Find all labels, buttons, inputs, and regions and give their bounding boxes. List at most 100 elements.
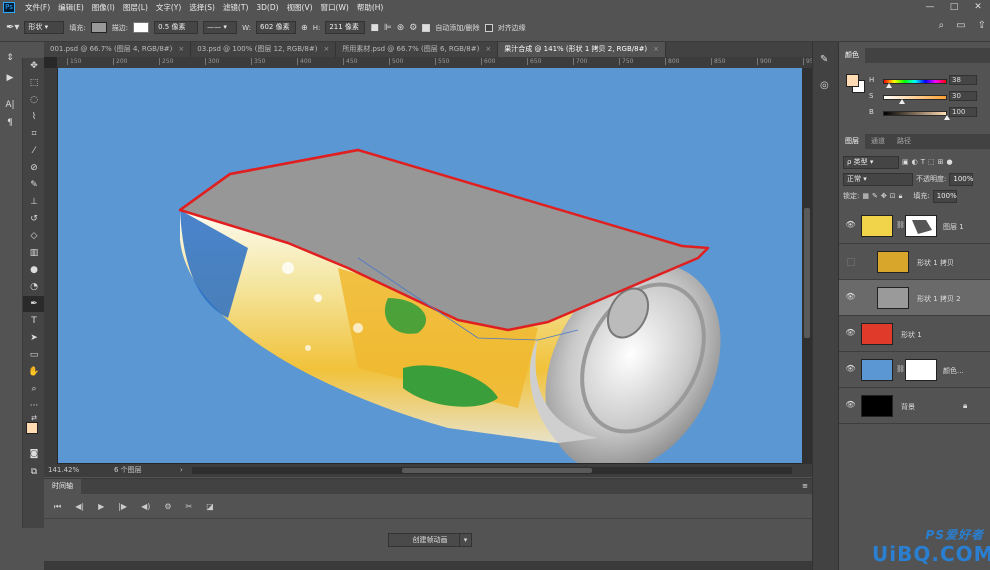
chevron-down-icon[interactable]: ▾ xyxy=(459,534,471,546)
menu-filter[interactable]: 滤镜(T) xyxy=(219,2,252,13)
move-tool-icon[interactable]: ✥ xyxy=(23,58,45,74)
zoom-level[interactable]: 141.42% xyxy=(48,464,79,477)
zoom-tool-icon[interactable]: ⌕ xyxy=(23,381,45,397)
link-icon[interactable]: ⊕ xyxy=(301,23,308,32)
first-frame-icon[interactable]: ⏮ xyxy=(54,502,61,512)
menu-window[interactable]: 窗口(W) xyxy=(317,2,353,13)
healing-brush-tool-icon[interactable]: ⊘ xyxy=(23,160,45,176)
saturation-slider-knob[interactable] xyxy=(899,99,906,104)
timeline-tab[interactable]: 时间轴 xyxy=(44,479,81,494)
minimize-button[interactable]: — xyxy=(918,0,942,14)
gear-icon[interactable]: ⚙ xyxy=(409,23,417,33)
gear-icon[interactable]: ⚙ xyxy=(164,502,171,511)
path-operations-icon[interactable]: ■ xyxy=(370,23,379,33)
history-brush-tool-icon[interactable]: ↺ xyxy=(23,211,45,227)
menu-view[interactable]: 视图(V) xyxy=(283,2,317,13)
eyedropper-tool-icon[interactable]: ⁄ xyxy=(23,143,45,159)
filter-adjustment-icon[interactable]: ◐ xyxy=(912,158,918,166)
foreground-color-swatch[interactable] xyxy=(26,422,38,434)
visibility-toggle[interactable] xyxy=(847,258,855,266)
path-alignment-icon[interactable]: ⊫ xyxy=(384,23,392,33)
stroke-color-swatch[interactable] xyxy=(133,22,150,33)
color-panel-foreground-swatch[interactable] xyxy=(846,74,859,87)
audio-icon[interactable]: ◀) xyxy=(141,502,150,511)
layer-row-selected[interactable]: 👁︎ 形状 1 拷贝 2 xyxy=(839,280,990,316)
maximize-button[interactable]: □ xyxy=(942,0,966,14)
play-action-icon[interactable]: ▶ xyxy=(2,70,18,86)
workspace-icon[interactable]: ▭ xyxy=(956,20,965,31)
close-icon[interactable]: × xyxy=(178,45,184,53)
pen-tool-icon[interactable]: ✒ xyxy=(23,296,45,312)
transition-icon[interactable]: ◪ xyxy=(206,502,214,511)
opacity-input[interactable]: 100% xyxy=(949,172,973,186)
fill-opacity-input[interactable]: 100% xyxy=(932,189,957,203)
eraser-tool-icon[interactable]: ◇ xyxy=(23,228,45,244)
clone-source-icon[interactable]: ◎ xyxy=(820,80,829,91)
share-icon[interactable]: ⇪ xyxy=(978,20,986,31)
hue-value[interactable]: 38 xyxy=(949,75,977,85)
auto-add-delete-checkbox[interactable] xyxy=(422,23,431,32)
mask-link-icon[interactable]: ⛓︎ xyxy=(896,365,905,373)
collapse-arrows-icon[interactable]: ⇕ xyxy=(2,50,18,66)
layer-filter-select[interactable]: ρ 类型 ▾ xyxy=(843,155,899,169)
layer-row[interactable]: 👁︎ 背景 🔒︎ xyxy=(839,388,990,424)
blur-tool-icon[interactable]: ● xyxy=(23,262,45,278)
lock-paint-icon[interactable]: ✎ xyxy=(872,192,878,200)
clone-stamp-tool-icon[interactable]: ⊥ xyxy=(23,194,45,210)
prev-frame-icon[interactable]: ◀| xyxy=(75,502,84,511)
layer-row[interactable]: 👁︎ ⛓︎ 颜色... xyxy=(839,352,990,388)
horizontal-scrollbar[interactable] xyxy=(192,467,792,474)
document-canvas[interactable] xyxy=(58,68,802,473)
lasso-tool-icon[interactable]: ◌ xyxy=(23,92,45,108)
create-frame-animation-button[interactable]: 创建帧动画 ▾ xyxy=(388,533,472,547)
filter-type-icon[interactable]: T xyxy=(921,158,925,166)
mask-link-icon[interactable]: ⛓︎ xyxy=(896,221,905,229)
quick-mask-icon[interactable]: ◙ xyxy=(23,446,45,462)
lock-all-icon[interactable]: 🔒︎ xyxy=(899,192,903,201)
layer-mask-thumbnail[interactable] xyxy=(905,359,937,381)
next-frame-icon[interactable]: |▶ xyxy=(118,502,127,511)
vertical-scroll-thumb[interactable] xyxy=(804,208,810,338)
lock-icon[interactable]: 🔒︎ xyxy=(963,401,967,411)
close-icon[interactable]: × xyxy=(323,45,329,53)
menu-edit[interactable]: 编辑(E) xyxy=(54,2,88,13)
quick-select-tool-icon[interactable]: ⌇ xyxy=(23,109,45,125)
close-icon[interactable]: × xyxy=(653,45,659,53)
menu-3d[interactable]: 3D(D) xyxy=(252,3,282,12)
layer-row[interactable]: 👁︎ ⛓︎ 图层 1 xyxy=(839,208,990,244)
stroke-width-input[interactable]: 0.5 像素 xyxy=(154,21,199,34)
vertical-scrollbar[interactable] xyxy=(802,68,812,464)
saturation-slider[interactable] xyxy=(883,95,947,100)
path-select-tool-icon[interactable]: ➤ xyxy=(23,330,45,346)
doc-tab-03[interactable]: 03.psd @ 100% (图层 12, RGB/8#) × xyxy=(191,42,337,57)
filter-shape-icon[interactable]: ⬚ xyxy=(928,158,935,166)
visibility-eye-icon[interactable]: 👁︎ xyxy=(845,364,856,374)
search-icon[interactable]: ⌕ xyxy=(939,20,945,31)
status-menu-icon[interactable]: › xyxy=(180,464,183,477)
filter-pixel-icon[interactable]: ▣ xyxy=(902,158,909,166)
visibility-eye-icon[interactable]: 👁︎ xyxy=(845,292,856,302)
stroke-type-select[interactable]: —— ▾ xyxy=(203,21,238,34)
blend-mode-select[interactable]: 正常 ▾ xyxy=(843,172,913,186)
paragraph-panel-icon[interactable]: ¶ xyxy=(2,115,18,131)
layer-row[interactable]: 形状 1 拷贝 xyxy=(839,244,990,280)
menu-type[interactable]: 文字(Y) xyxy=(152,2,185,13)
hand-tool-icon[interactable]: ✋ xyxy=(23,364,45,380)
tab-color[interactable]: 颜色 xyxy=(839,48,865,63)
screen-mode-icon[interactable]: ⧉ xyxy=(23,464,45,480)
gradient-tool-icon[interactable]: ▥ xyxy=(23,245,45,261)
visibility-eye-icon[interactable]: 👁︎ xyxy=(845,220,856,230)
lock-position-icon[interactable]: ✥ xyxy=(881,192,887,200)
shape-tool-icon[interactable]: ▭ xyxy=(23,347,45,363)
layer-row[interactable]: 👁︎ 形状 1 xyxy=(839,316,990,352)
character-panel-icon[interactable]: A| xyxy=(2,97,18,113)
menu-image[interactable]: 图像(I) xyxy=(88,2,119,13)
brightness-value[interactable]: 100 xyxy=(949,107,977,117)
path-arrangement-icon[interactable]: ⊛ xyxy=(397,23,405,33)
brush-tool-icon[interactable]: ✎ xyxy=(23,177,45,193)
doc-tab-materials[interactable]: 所用素材.psd @ 66.7% (图层 6, RGB/8#) × xyxy=(336,42,499,57)
doc-tab-001[interactable]: 001.psd @ 66.7% (图层 4, RGB/8#) × xyxy=(44,42,192,57)
scissors-icon[interactable]: ✂ xyxy=(186,502,193,511)
tab-layers[interactable]: 图层 xyxy=(839,134,865,149)
lock-artboard-icon[interactable]: ⊡ xyxy=(890,192,896,200)
